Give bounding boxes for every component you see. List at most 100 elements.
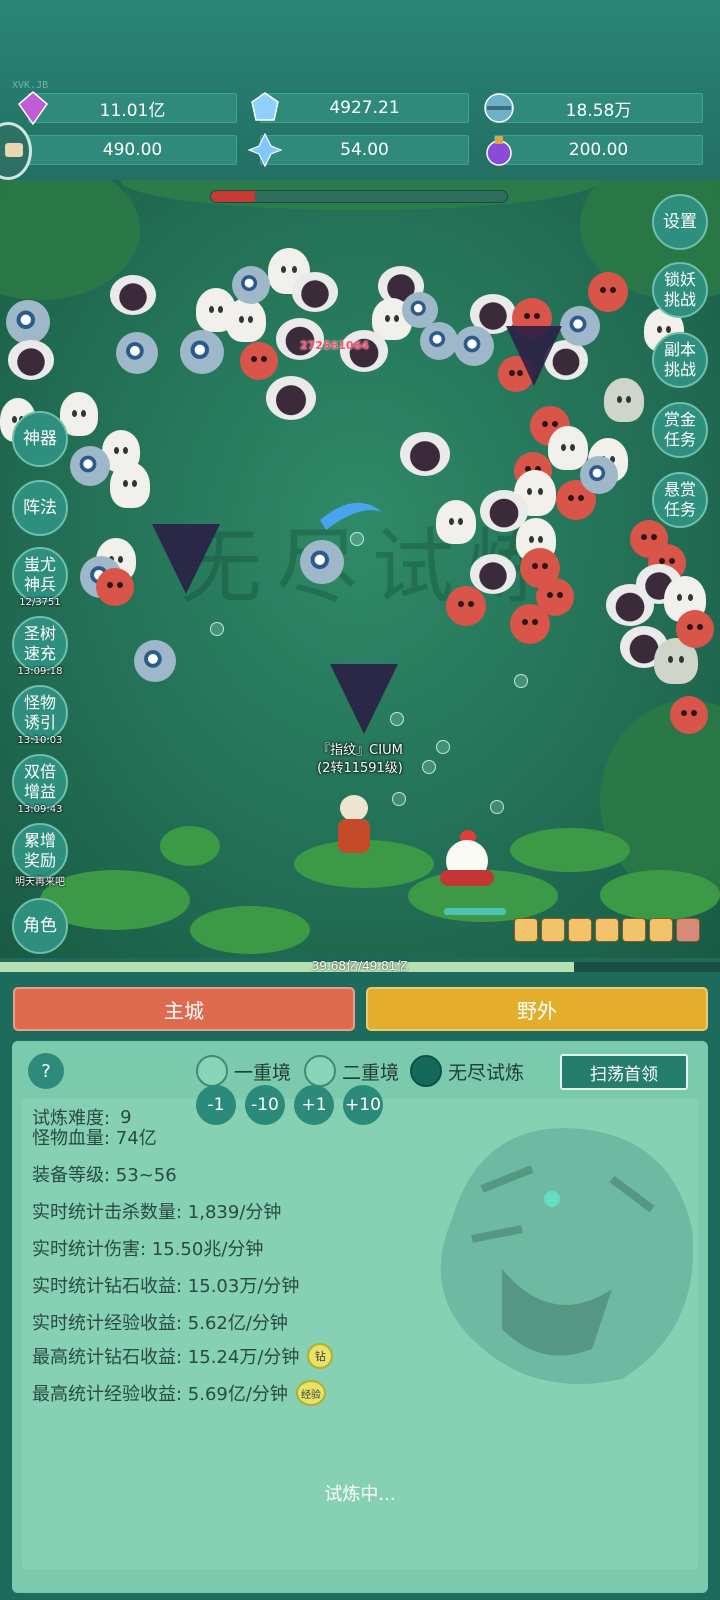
monster [116, 332, 158, 374]
radio-dot[interactable] [196, 1055, 228, 1087]
double-boost-button[interactable]: 双倍增益 [12, 754, 68, 810]
hero-head [340, 795, 368, 821]
stat-kills: 实时统计击杀数量: 1,839/分钟 [32, 1202, 282, 1223]
exp-badge: 经验 [295, 1380, 326, 1406]
skill-icon[interactable] [595, 918, 619, 942]
monster-lure-button[interactable]: 怪物诱引 [12, 685, 68, 741]
mode-radio-1[interactable]: 一重境 [196, 1055, 291, 1087]
resource-scroll: 490.00 [28, 135, 237, 165]
button-label: 累增奖励 [23, 831, 56, 870]
monster [536, 578, 574, 616]
bubble [514, 674, 528, 688]
skill-icon[interactable] [541, 918, 565, 942]
trial-status: 试炼中... [324, 1484, 396, 1505]
mode-label: 一重境 [234, 1061, 292, 1084]
potion-icon [486, 136, 512, 166]
hero-body [338, 819, 370, 853]
help-button[interactable]: ? [28, 1053, 64, 1089]
diamond-badge: 钻 [307, 1343, 334, 1369]
monster [292, 272, 338, 312]
bubble [392, 792, 406, 806]
stat-monster-hp: 怪物血量: 74亿 [32, 1128, 157, 1149]
bubble [210, 622, 224, 636]
button-label: 圣树速充 [23, 624, 56, 663]
tiger-illustration [440, 1128, 694, 1384]
diamond-icon [17, 91, 49, 126]
resource-diamond: 11.01亿 [17, 91, 237, 126]
character-button[interactable]: 角色 [12, 898, 68, 954]
radio-dot[interactable] [410, 1055, 442, 1087]
stat-text: 最高统计钻石收益: 15.24万/分钟 [32, 1347, 300, 1368]
sweep-boss-button[interactable]: 扫荡首领 [560, 1054, 688, 1090]
ice-shard-icon [247, 132, 283, 168]
double-boost-timer: 13:09:43 [17, 804, 63, 815]
monster [446, 586, 486, 626]
cumulative-reward-button[interactable]: 累增奖励 [12, 823, 68, 879]
mode-label: 二重境 [342, 1061, 400, 1084]
stat-best-diamond-income: 最高统计钻石收益: 15.24万/分钟 钻 [32, 1343, 334, 1369]
tab-wild[interactable]: 野外 [366, 987, 708, 1031]
lock-demon-challenge-button[interactable]: 锁妖挑战 [652, 262, 708, 318]
bush [190, 906, 310, 954]
resource-potion: 200.00 [486, 135, 703, 166]
stat-best-exp-income: 最高统计经验收益: 5.69亿/分钟 经验 [32, 1380, 326, 1406]
settings-button[interactable]: 设置 [652, 194, 708, 250]
difficulty-plus-10-button[interactable]: +10 [343, 1085, 383, 1125]
skill-icon[interactable] [568, 918, 592, 942]
bush [160, 826, 220, 866]
resource-value: 54.00 [340, 140, 389, 160]
tornado [330, 664, 398, 734]
bubble [422, 760, 436, 774]
monster [266, 376, 316, 420]
artifact-button[interactable]: 神器 [12, 411, 68, 467]
holy-tree-recharge-button[interactable]: 圣树速充 [12, 616, 68, 672]
chiyou-weapon-counter: 12/3751 [19, 597, 61, 608]
bush [600, 870, 720, 920]
nav-tabs: 主城 野外 [0, 972, 720, 1036]
damage-popup: 272561064 [300, 339, 369, 352]
button-label: 锁妖挑战 [663, 270, 696, 309]
skill-icon[interactable] [676, 918, 700, 942]
skill-icon[interactable] [622, 918, 646, 942]
button-label: 赏金任务 [663, 410, 696, 449]
reward-task-button[interactable]: 悬赏任务 [652, 472, 708, 528]
mode-radio-2[interactable]: 二重境 [304, 1055, 399, 1087]
button-label: 副本挑战 [663, 340, 696, 379]
orb-icon [484, 93, 514, 123]
monster [400, 432, 450, 476]
bubble [436, 740, 450, 754]
button-label: 悬赏任务 [663, 480, 696, 519]
resource-value: 4927.21 [329, 98, 400, 118]
monster [670, 696, 708, 734]
mode-radio-endless[interactable]: 无尽试炼 [410, 1055, 524, 1087]
stat-equip-level: 装备等级: 53~56 [32, 1165, 177, 1186]
skill-icon[interactable] [649, 918, 673, 942]
player-name-tag: 『指纹』CIUM (2转11591级) [300, 742, 420, 778]
pet-chicken [440, 830, 494, 886]
monster [226, 298, 266, 342]
monster [110, 462, 150, 508]
monster [180, 330, 224, 374]
skill-bar [514, 918, 700, 942]
bounty-gold-task-button[interactable]: 赏金任务 [652, 402, 708, 458]
difficulty-minus-1-button[interactable]: -1 [196, 1085, 236, 1125]
difficulty-plus-1-button[interactable]: +1 [294, 1085, 334, 1125]
dungeon-challenge-button[interactable]: 副本挑战 [652, 332, 708, 388]
tornado [152, 524, 220, 594]
monster [470, 554, 516, 594]
resource-bar: XVK.JB 11.01亿 4927.21 18.58万 490.00 54.0… [0, 0, 720, 180]
chiyou-weapon-button[interactable]: 蚩尤神兵 [12, 547, 68, 603]
skill-icon[interactable] [514, 918, 538, 942]
holy-tree-timer: 13:09:18 [17, 666, 63, 677]
monster [588, 272, 628, 312]
difficulty-minus-10-button[interactable]: -10 [245, 1085, 285, 1125]
resource-value: 200.00 [568, 140, 629, 160]
stat-damage: 实时统计伤害: 15.50兆/分钟 [32, 1239, 264, 1260]
tab-main-city[interactable]: 主城 [13, 987, 355, 1031]
resource-blue-crystal: 4927.21 [251, 92, 469, 123]
formation-button[interactable]: 阵法 [12, 480, 68, 536]
monster [240, 342, 278, 380]
radio-dot[interactable] [304, 1055, 336, 1087]
monster [436, 500, 476, 544]
tornado [506, 326, 562, 386]
